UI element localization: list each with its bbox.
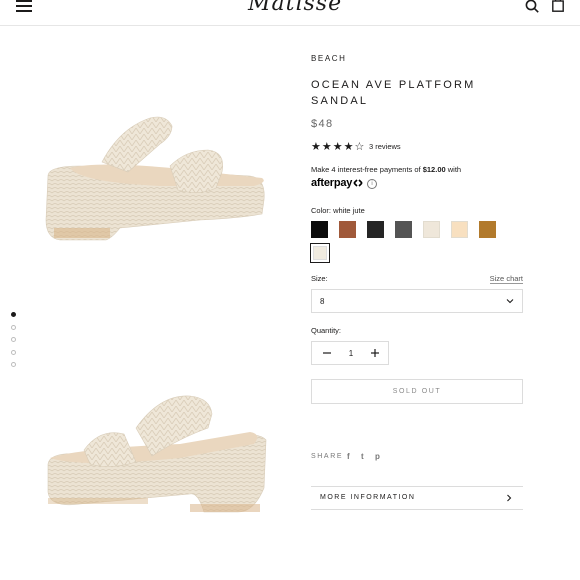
afterpay-text-after: with	[445, 165, 462, 174]
twitter-icon[interactable]: t	[361, 452, 364, 461]
product-price: $48	[311, 118, 334, 130]
color-swatch-cream[interactable]	[423, 221, 440, 238]
gallery-pagination	[11, 312, 16, 375]
color-label: Color: white jute	[311, 206, 365, 215]
afterpay-message: Make 4 interest-free payments of $12.00 …	[311, 165, 461, 174]
reviews-link[interactable]: 3 reviews	[369, 142, 401, 151]
minus-icon[interactable]	[320, 346, 334, 360]
hamburger-menu-icon[interactable]	[16, 0, 32, 12]
afterpay-arrows-icon	[353, 179, 363, 187]
star-icon: ★	[343, 141, 355, 153]
color-swatch-tan[interactable]	[479, 221, 496, 238]
brand-logo[interactable]: Matisse	[248, 0, 342, 16]
product-vendor[interactable]: BEACH	[311, 54, 347, 63]
facebook-icon[interactable]: f	[347, 452, 350, 461]
star-icon: ★	[332, 141, 344, 153]
color-swatch-grey[interactable]	[395, 221, 412, 238]
gallery-dot[interactable]	[11, 312, 16, 317]
chevron-down-icon	[506, 299, 514, 304]
product-image-front[interactable]	[40, 110, 270, 250]
sold-out-button[interactable]: SOLD OUT	[311, 379, 523, 404]
quantity-stepper: 1	[311, 341, 389, 365]
product-title: OCEAN AVE PLATFORM SANDAL	[311, 79, 476, 107]
quantity-label: Quantity:	[311, 326, 342, 335]
size-select[interactable]: 8	[311, 289, 523, 313]
chevron-right-icon	[507, 494, 512, 502]
gallery-dot[interactable]	[11, 324, 16, 330]
site-header: Matisse	[0, 0, 580, 26]
search-icon[interactable]	[525, 0, 539, 13]
share-label: SHARE	[311, 453, 344, 460]
afterpay-text-before: Make 4 interest-free payments of	[311, 165, 423, 174]
color-swatch-white-jute[interactable]	[310, 243, 330, 263]
more-information-label: MORE INFORMATION	[320, 494, 416, 501]
gallery-dot[interactable]	[11, 349, 16, 355]
color-swatch-black[interactable]	[311, 221, 328, 238]
star-icon: ☆	[354, 141, 366, 153]
plus-icon[interactable]	[368, 346, 382, 360]
product-image-side[interactable]	[40, 388, 270, 518]
quantity-value[interactable]: 1	[346, 349, 356, 358]
more-information-toggle[interactable]: MORE INFORMATION	[311, 486, 523, 510]
star-icon: ★	[311, 141, 322, 153]
pinterest-icon[interactable]: p	[375, 452, 380, 461]
color-swatch-light-tan[interactable]	[451, 221, 468, 238]
afterpay-logo-text: afterpay	[311, 177, 353, 189]
shopping-bag-icon[interactable]	[552, 0, 564, 12]
rating-stars[interactable]: ★★★★☆	[311, 140, 365, 153]
size-label: Size:	[311, 274, 328, 283]
size-chart-link[interactable]: Size chart	[489, 274, 523, 284]
afterpay-info-icon[interactable]: i	[367, 179, 377, 189]
gallery-dot[interactable]	[11, 362, 16, 367]
afterpay-amount: $12.00	[422, 165, 446, 174]
afterpay-logo: afterpay	[311, 177, 363, 189]
gallery-dot[interactable]	[11, 337, 16, 342]
color-swatch-dark-charcoal[interactable]	[367, 221, 384, 238]
color-swatch-brown[interactable]	[339, 221, 356, 238]
star-icon: ★	[321, 141, 333, 153]
size-value: 8	[320, 297, 325, 306]
